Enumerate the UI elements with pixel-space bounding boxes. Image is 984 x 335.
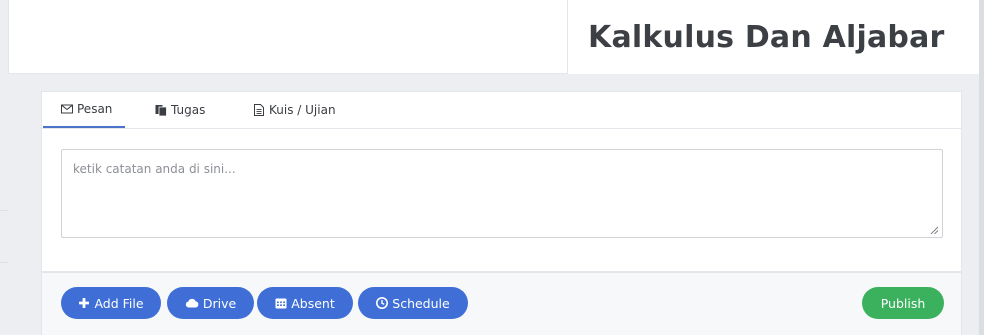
tab-label: Tugas (171, 102, 206, 117)
post-composer-card: Pesan Tugas Kuis / Ujian ketik catatan a… (41, 91, 962, 335)
copy-icon (155, 104, 167, 116)
publish-button[interactable]: Publish (862, 287, 944, 319)
tab-label: Kuis / Ujian (269, 102, 336, 117)
plus-icon (79, 298, 90, 308)
course-title-box: Kalkulus Dan Aljabar (567, 0, 984, 74)
tab-label: Pesan (77, 101, 113, 116)
add-file-button[interactable]: Add File (61, 287, 161, 319)
file-text-icon (254, 103, 264, 116)
tab-tugas[interactable]: Tugas (125, 91, 229, 128)
absent-button[interactable]: Absent (257, 287, 353, 319)
cloud-icon (185, 298, 199, 308)
divider (0, 210, 8, 211)
clock-icon (376, 297, 389, 309)
schedule-button[interactable]: Schedule (358, 287, 468, 319)
divider (0, 262, 8, 263)
tab-kuis-ujian[interactable]: Kuis / Ujian (229, 91, 336, 128)
drive-button[interactable]: Drive (167, 287, 254, 319)
editor-area (42, 129, 961, 238)
schedule-label: Schedule (392, 295, 450, 311)
resize-grip-icon[interactable] (930, 226, 938, 234)
header-bar: Kalkulus Dan Aljabar (8, 0, 984, 74)
publish-label: Publish (880, 295, 926, 311)
absent-label: Absent (291, 295, 335, 311)
page-title: Kalkulus Dan Aljabar (588, 19, 945, 55)
tab-pesan[interactable]: Pesan (43, 91, 125, 128)
note-textarea[interactable] (61, 149, 943, 238)
envelope-icon (61, 104, 73, 113)
right-border (979, 0, 984, 335)
calendar-icon (275, 298, 287, 309)
drive-label: Drive (202, 295, 237, 311)
composer-tabs: Pesan Tugas Kuis / Ujian (42, 92, 961, 129)
composer-footer: Add File Drive Absent Schedule Publish (42, 271, 961, 335)
add-file-label: Add File (94, 295, 144, 311)
